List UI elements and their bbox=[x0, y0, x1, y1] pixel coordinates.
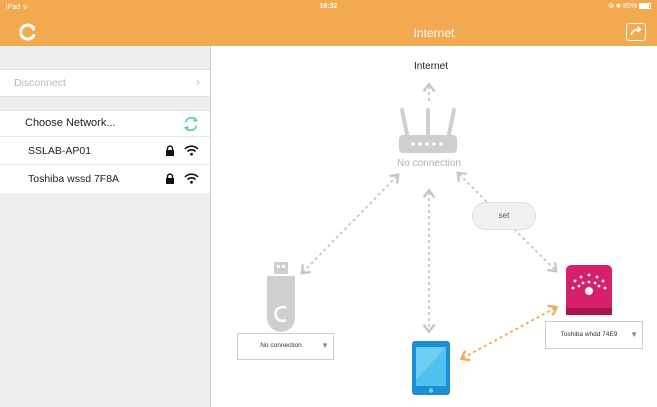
router-status: No connection bbox=[397, 158, 461, 169]
wifi-icon bbox=[184, 145, 199, 156]
bluetooth-icon: ⦾ ✱ bbox=[608, 3, 624, 10]
usb-device-selected: No connection bbox=[260, 342, 302, 349]
set-button[interactable]: set bbox=[472, 202, 536, 230]
chevron-right-icon: › bbox=[196, 75, 200, 89]
lock-icon bbox=[166, 173, 174, 184]
link-disk-tablet bbox=[459, 304, 559, 362]
refresh-icon[interactable] bbox=[182, 115, 200, 133]
app-screen: iPad ᯤ 16:32 ⦾ ✱ 85% Internet Disconnect… bbox=[0, 0, 657, 407]
status-battery: ⦾ ✱ 85% bbox=[608, 3, 651, 11]
usb-device-select[interactable]: No connection ▼ bbox=[237, 333, 334, 360]
choose-network-row: Choose Network... bbox=[0, 111, 210, 137]
lock-icon bbox=[166, 145, 174, 156]
wifi-icon bbox=[184, 173, 199, 184]
network-disk-icon[interactable] bbox=[565, 264, 613, 316]
page-title: Internet bbox=[413, 26, 455, 40]
network-diagram: Internet No connection set No connection… bbox=[211, 46, 657, 407]
network-name: Toshiba wssd 7F8A bbox=[28, 173, 120, 185]
network-item-sslab[interactable]: SSLAB-AP01 bbox=[0, 137, 210, 165]
network-list: Choose Network... SSLAB-AP01 Toshiba wss… bbox=[0, 110, 210, 193]
navigation-bar: iPad ᯤ 16:32 ⦾ ✱ 85% Internet bbox=[0, 0, 657, 46]
tablet-icon[interactable] bbox=[411, 340, 451, 396]
disconnect-label: Disconnect bbox=[14, 77, 66, 89]
share-icon bbox=[630, 26, 642, 36]
usb-stick-icon[interactable] bbox=[263, 262, 299, 334]
internet-label: Internet bbox=[414, 61, 448, 72]
disk-device-select[interactable]: Toshiba whdd 74E9 ▼ bbox=[545, 321, 643, 349]
network-item-toshiba[interactable]: Toshiba wssd 7F8A bbox=[0, 165, 210, 193]
disk-device-selected: Toshiba whdd 74E9 bbox=[560, 331, 618, 338]
disconnect-row[interactable]: Disconnect › bbox=[0, 69, 210, 97]
router-icon[interactable] bbox=[397, 108, 459, 156]
network-name: SSLAB-AP01 bbox=[28, 145, 92, 157]
status-time: 16:32 bbox=[319, 3, 338, 10]
dropdown-arrow-icon: ▼ bbox=[630, 330, 638, 339]
battery-icon bbox=[639, 3, 651, 10]
refresh-c-icon[interactable] bbox=[19, 23, 37, 41]
share-button[interactable] bbox=[626, 23, 646, 41]
battery-percent: 85% bbox=[623, 3, 638, 10]
choose-network-label: Choose Network... bbox=[25, 117, 116, 129]
dropdown-arrow-icon: ▼ bbox=[321, 341, 329, 350]
sidebar: Disconnect › Choose Network... SSLAB-AP0… bbox=[0, 46, 211, 407]
link-router-usb bbox=[300, 173, 400, 275]
